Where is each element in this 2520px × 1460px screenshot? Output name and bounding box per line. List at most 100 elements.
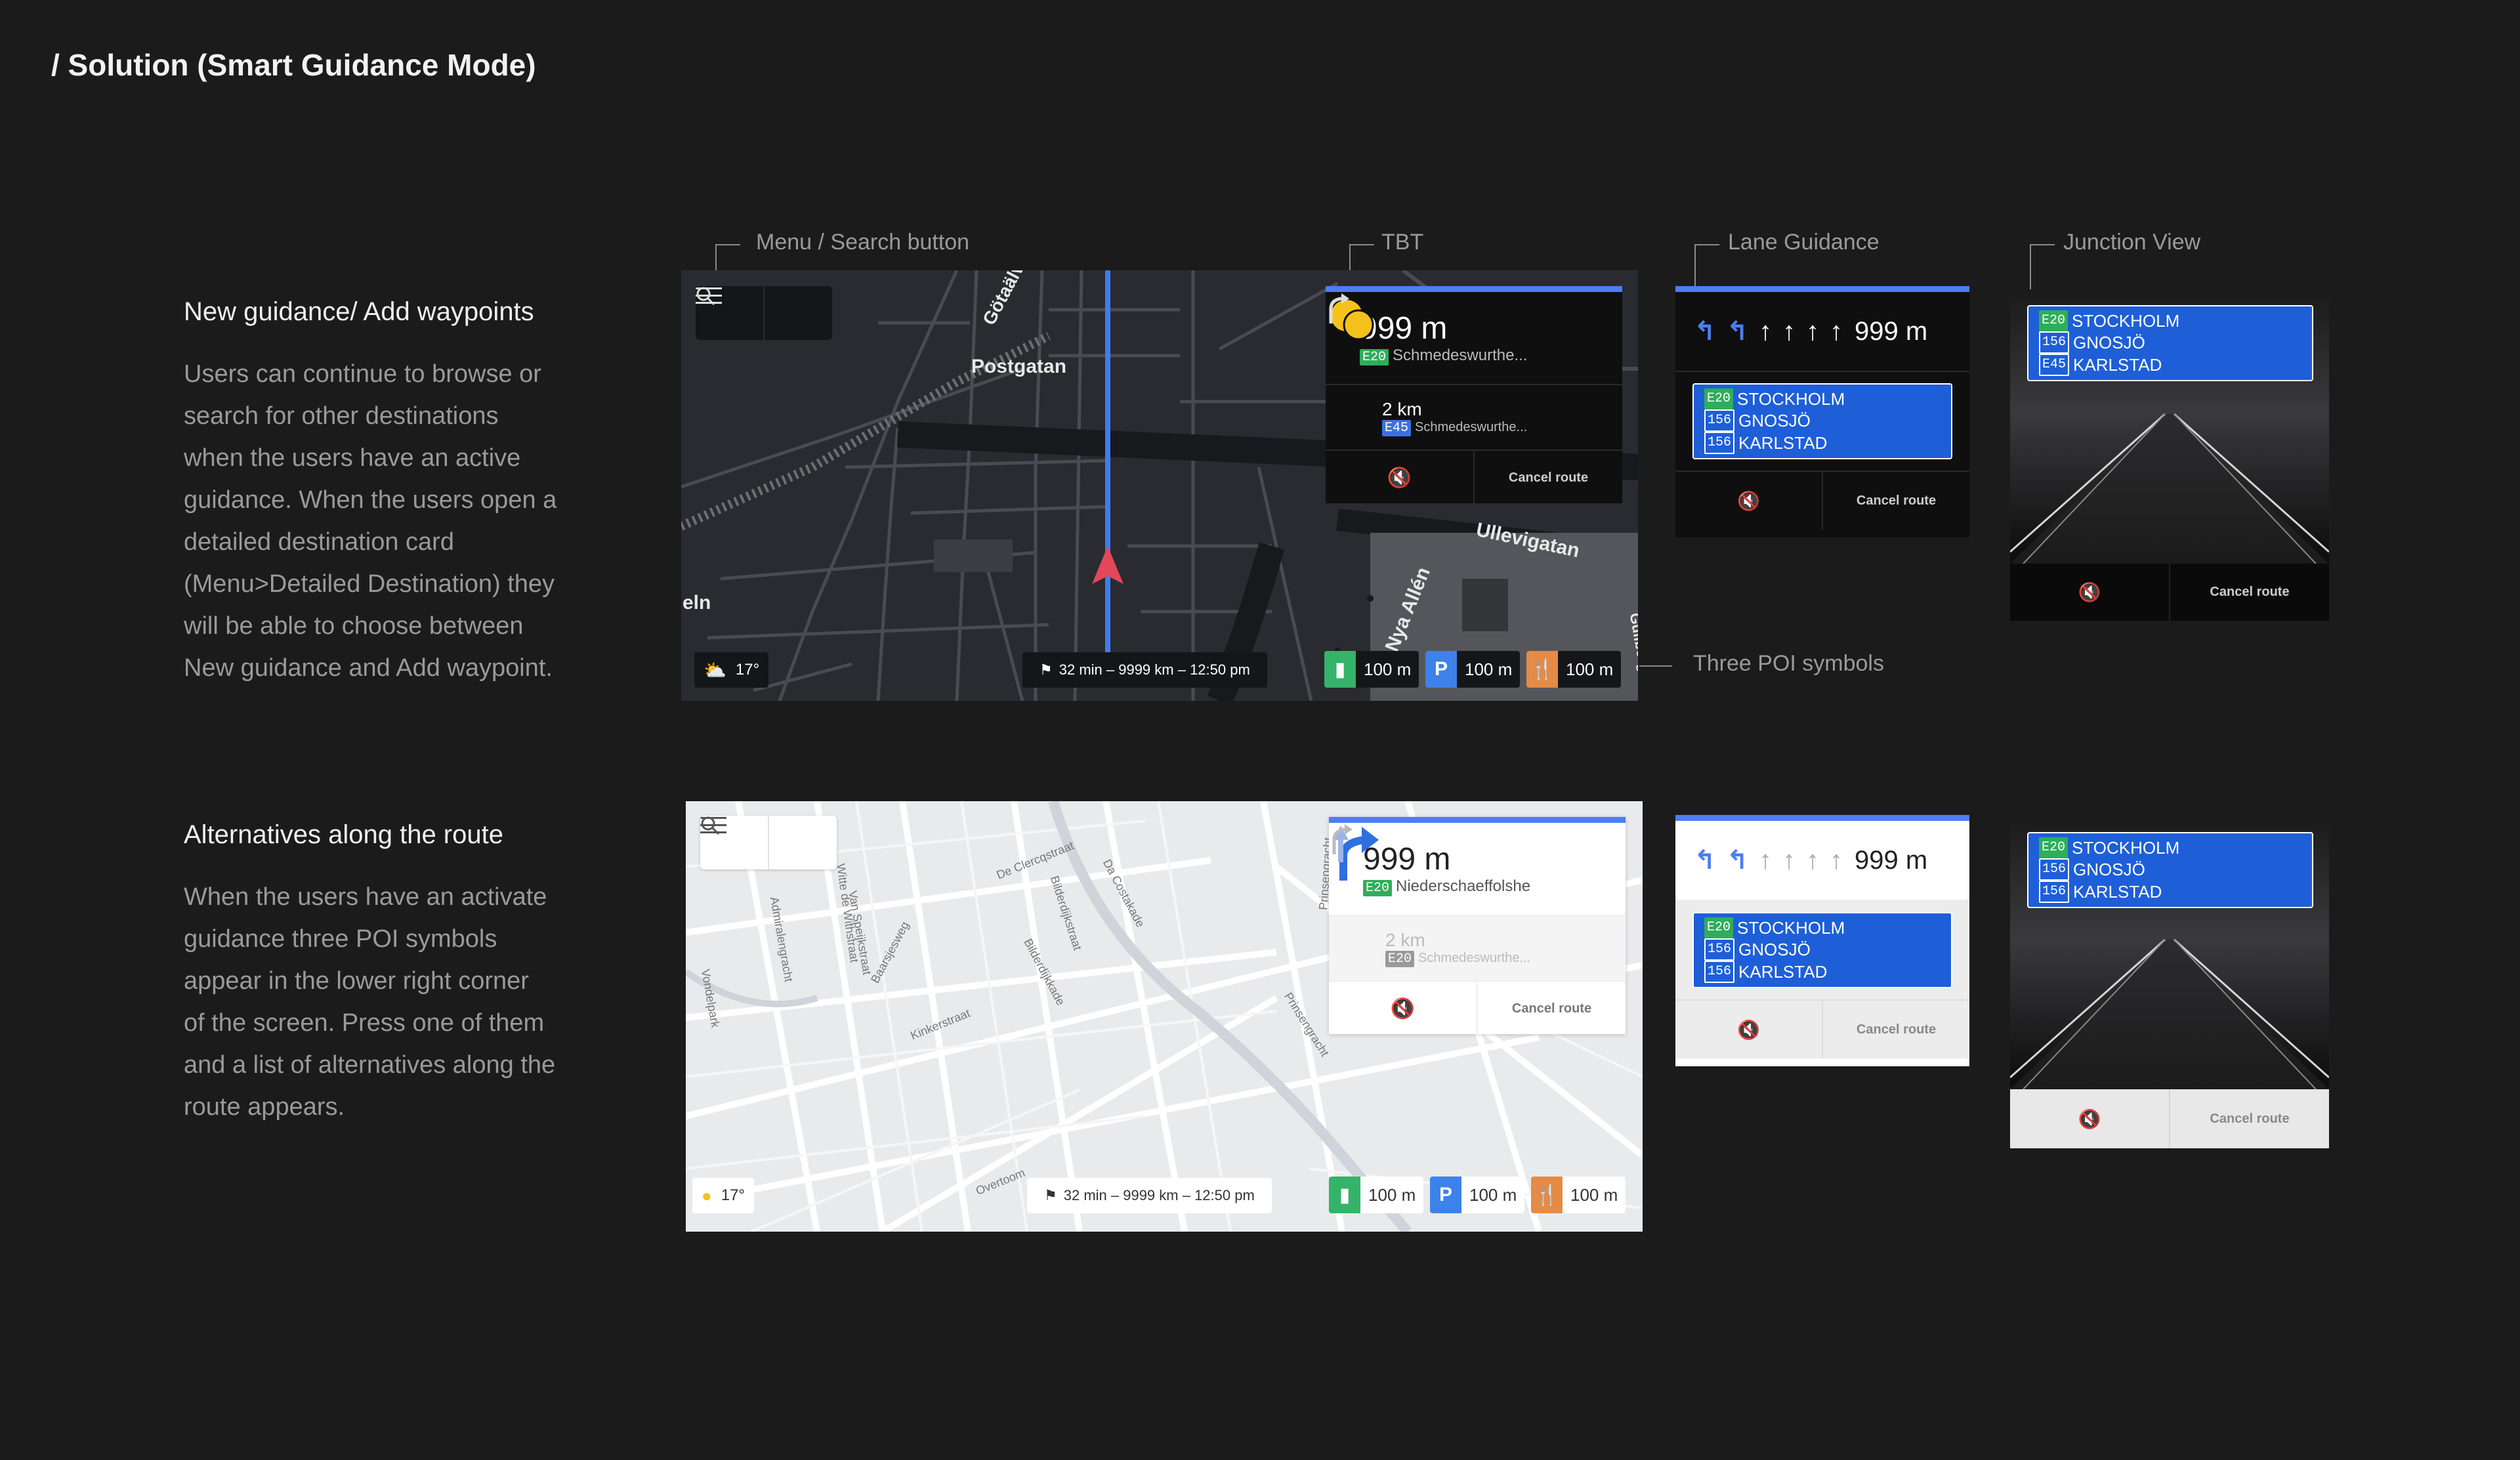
cancel-route-button[interactable]: Cancel route	[2170, 1089, 2329, 1148]
lane-guidance-dark: ↰ ↰ ↑ ↑ ↑ ↑ 999 m E20 STOCKHOLM 156 GNOSJÖ…	[1675, 286, 1969, 537]
sign-city: GNOSJÖ	[2073, 333, 2145, 352]
cancel-route-button[interactable]: Cancel route	[1478, 982, 1626, 1035]
cancel-route-button[interactable]: Cancel route	[1823, 472, 1969, 530]
direction-sign: E20 STOCKHOLM 156 GNOSJÖ 156 KARLSTAD	[2027, 832, 2313, 908]
body-line: search for other destinations	[184, 402, 499, 430]
annotation-junction-view: Junction View	[2063, 230, 2201, 255]
section-heading-alternatives: Alternatives along the route	[184, 820, 503, 849]
mute-button[interactable]: 🔇	[1675, 1001, 1823, 1058]
mute-icon: 🔇	[2078, 1108, 2101, 1129]
mute-button[interactable]: 🔇	[1326, 451, 1475, 505]
body-line: will be able to choose between	[184, 612, 524, 640]
body-line: when the users have an active	[184, 444, 521, 472]
tbt-card: 999 m E20 Schmedeswurthe... 2 km E45 Schme…	[1326, 286, 1622, 505]
poi-fuel[interactable]: ▮ 100 m	[1329, 1177, 1424, 1213]
poi-parking[interactable]: P 100 m	[1425, 651, 1521, 688]
road-tag: E20	[1385, 950, 1415, 967]
poi-restaurant[interactable]: 🍴 100 m	[1531, 1177, 1626, 1213]
road-tag: E45	[1382, 419, 1412, 436]
road-tag: 156	[1704, 961, 1735, 983]
lane-arrow-icon: ↰	[1726, 846, 1749, 875]
search-button[interactable]	[701, 816, 837, 869]
mute-button[interactable]: 🔇	[2010, 1089, 2170, 1148]
cancel-route-button[interactable]: Cancel route	[1823, 1001, 1969, 1058]
body-line: Users can continue to browse or	[184, 360, 541, 388]
road-tag: 156	[2039, 881, 2070, 903]
poi-restaurant[interactable]: 🍴 100 m	[1526, 651, 1622, 688]
mute-button[interactable]: 🔇	[2010, 564, 2170, 621]
dark-map[interactable]: Postgatan Ullevigatan Nya Allén Götaälv …	[681, 270, 1638, 701]
annotation-leader	[1694, 244, 1719, 291]
mute-button[interactable]: 🔇	[1675, 472, 1823, 530]
road-name: Schmedeswurthe...	[1393, 346, 1528, 364]
body-line: and a list of alternatives along the	[184, 1051, 556, 1079]
road-tag: 156	[1704, 409, 1735, 432]
lane-arrow-icon: ↰	[1694, 317, 1716, 346]
trip-info[interactable]: ⚑ 32 min – 9999 km – 12:50 pm	[1027, 1178, 1272, 1213]
next-distance: 2 km	[1385, 929, 1425, 950]
annotation-three-poi: Three POI symbols	[1693, 651, 1884, 676]
fuel-icon: ▮	[1329, 1177, 1360, 1213]
sign-city: GNOSJÖ	[1738, 940, 1811, 959]
poi-distance: 100 m	[1469, 1184, 1517, 1205]
sign-city: STOCKHOLM	[1737, 389, 1845, 409]
annotation-leader	[2030, 244, 2055, 291]
cancel-route-button[interactable]: Cancel route	[1475, 451, 1622, 505]
sign-city: GNOSJÖ	[2073, 860, 2145, 879]
weather-chip[interactable]: ⛅ 17°	[694, 652, 769, 688]
temperature: 17°	[721, 1186, 746, 1204]
lane-arrow-icon: ↑	[1830, 316, 1843, 346]
road-tag: 156	[2039, 858, 2070, 881]
weather-chip[interactable]: ● 17°	[692, 1178, 755, 1213]
weather-icon: ●	[702, 1185, 712, 1205]
cancel-route-button[interactable]: Cancel route	[2170, 564, 2329, 621]
road-tag: E20	[1704, 917, 1734, 938]
road-tag: E20	[2039, 310, 2068, 331]
finish-flag-icon: ⚑	[1040, 661, 1053, 678]
section-heading-new-guidance: New guidance/ Add waypoints	[184, 297, 534, 326]
junction-view-dark: E20 STOCKHOLM 156 GNOSJÖ E45 KARLSTAD 🔇 Can…	[2010, 289, 2329, 621]
search-icon	[701, 816, 720, 835]
card-actions: 🔇 Cancel route	[2010, 1089, 2329, 1148]
trip-info[interactable]: ⚑ 32 min – 9999 km – 12:50 pm	[1022, 652, 1267, 688]
road-name: Niederschaeffolshe	[1396, 877, 1531, 895]
poi-distance: 100 m	[1368, 1184, 1416, 1205]
tbt-distance: 999 m	[1363, 842, 1451, 877]
restaurant-icon: 🍴	[1531, 1177, 1563, 1213]
annotation-leader	[1639, 665, 1672, 667]
lane-arrow-icon: ↑	[1759, 316, 1773, 346]
mute-icon: 🔇	[2078, 582, 2101, 602]
body-line: (Menu>Detailed Destination) they	[184, 570, 555, 598]
poi-parking[interactable]: P 100 m	[1430, 1177, 1525, 1213]
direction-sign: E20 STOCKHOLM 156 GNOSJÖ 156 KARLSTAD	[1692, 383, 1952, 459]
lane-arrows: ↰ ↰ ↑ ↑ ↑ ↑	[1694, 845, 1843, 875]
light-map[interactable]: De Clercqstraat Da Costakade Bilderdijks…	[686, 801, 1643, 1232]
poi-fuel[interactable]: ▮ 100 m	[1324, 651, 1419, 688]
tbt-primary: 999 m E20 Niederschaeffolshe	[1329, 823, 1626, 916]
poi-distance: 100 m	[1570, 1184, 1618, 1205]
sign-city: STOCKHOLM	[1737, 918, 1845, 938]
parking-icon: P	[1425, 651, 1457, 688]
road-tag: 156	[2039, 331, 2070, 354]
tbt-card: 999 m E20 Niederschaeffolshe 2 km E20 Schm…	[1329, 817, 1626, 1035]
mute-button[interactable]: 🔇	[1329, 982, 1478, 1035]
fuel-icon: ▮	[1324, 651, 1356, 688]
search-button[interactable]	[696, 286, 832, 340]
road-tag: E20	[1360, 349, 1389, 365]
trip-summary: 32 min – 9999 km – 12:50 pm	[1063, 1187, 1255, 1203]
body-line: route appears.	[184, 1093, 345, 1121]
mute-icon: 🔇	[1737, 490, 1760, 511]
road-tag: E20	[1704, 388, 1734, 409]
section-body-alternatives: When the users have an activate guidance…	[184, 876, 610, 1128]
card-actions: 🔇 Cancel route	[1675, 1001, 1969, 1058]
search-icon	[696, 287, 715, 306]
sign-city: KARLSTAD	[1738, 962, 1828, 982]
direction-sign: E20 STOCKHOLM 156 GNOSJÖ 156 KARLSTAD	[1692, 912, 1952, 988]
tbt-actions: 🔇 Cancel route	[1329, 982, 1626, 1035]
lane-distance: 999 m	[1855, 845, 1928, 875]
tbt-secondary: 2 km E45 Schmedeswurthe...	[1326, 293, 1622, 451]
annotation-tbt: TBT	[1381, 230, 1424, 255]
road-tag: 156	[1704, 432, 1735, 454]
weather-icon: ⛅	[704, 659, 726, 680]
sign-city: STOCKHOLM	[2072, 838, 2180, 858]
